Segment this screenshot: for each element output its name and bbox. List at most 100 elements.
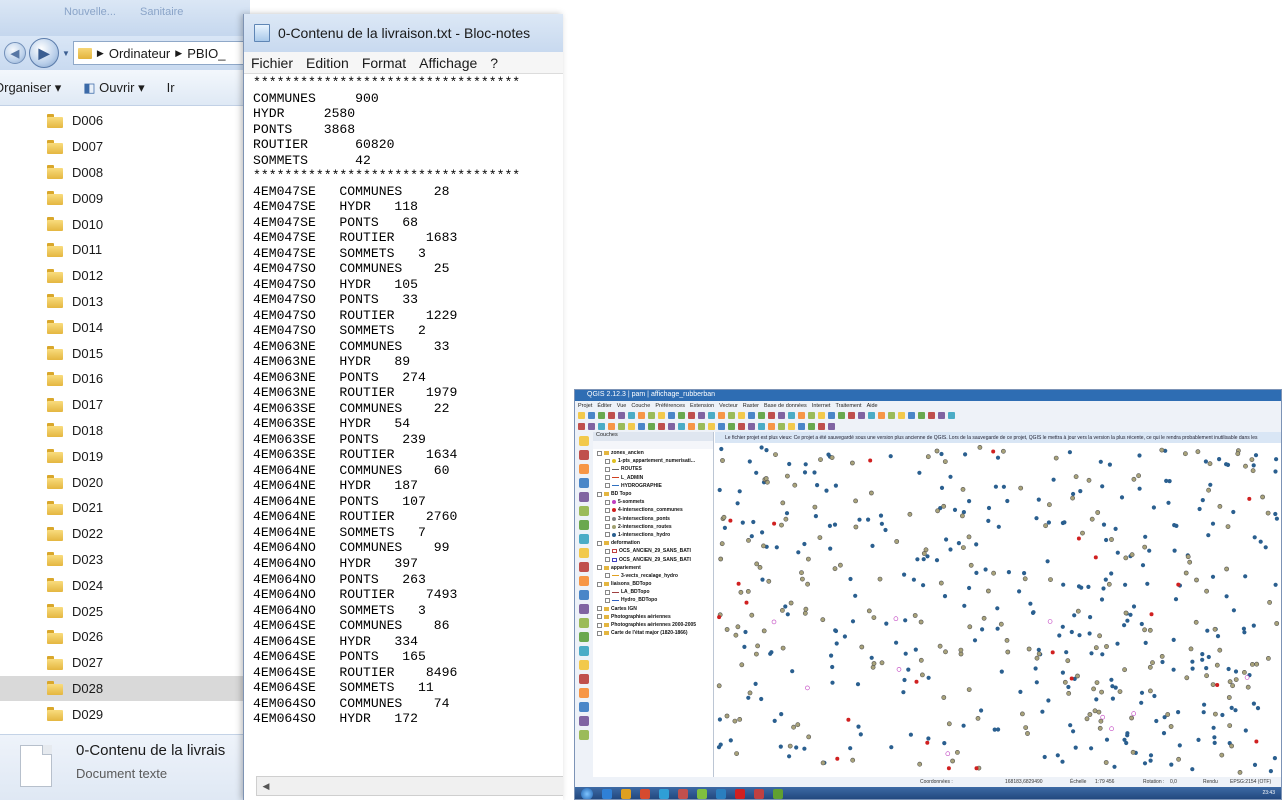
layer-visibility-checkbox[interactable] (597, 622, 602, 628)
layer-item[interactable]: 1-pts_appartement_numerisati... (593, 457, 713, 465)
toolbar-tool-icon[interactable] (628, 423, 635, 430)
layer-visibility-checkbox[interactable] (605, 466, 610, 472)
toolbar-tool-icon[interactable] (698, 412, 705, 419)
toolbar-tool-icon[interactable] (748, 412, 755, 419)
toolbar-tool-icon[interactable] (668, 412, 675, 419)
folder-item[interactable]: D016 (0, 366, 250, 392)
layer-item[interactable]: OCS_ANCIEN_29_SANS_BATI (593, 555, 713, 563)
toolbar-extra[interactable]: Ir (167, 80, 175, 95)
toolbar-tool-icon[interactable] (678, 423, 685, 430)
notepad-text-area[interactable]: ********************************** COMMUN… (253, 75, 563, 775)
layer-visibility-checkbox[interactable] (597, 491, 602, 497)
toolbar-tool-icon[interactable] (948, 412, 955, 419)
toolbar-tool-icon[interactable] (878, 412, 885, 419)
scale-value[interactable]: 1:79 456 (1095, 779, 1114, 785)
layer-item[interactable]: ROUTES (593, 465, 713, 473)
toolbar-tool-icon[interactable] (838, 412, 845, 419)
taskbar-app-icon[interactable] (735, 789, 745, 799)
folder-item[interactable]: D022 (0, 521, 250, 547)
taskbar-app-icon[interactable] (716, 789, 726, 799)
layer-visibility-checkbox[interactable] (597, 630, 602, 636)
horizontal-scrollbar[interactable]: ◀ (256, 776, 563, 796)
toolbar-tool-icon[interactable] (818, 412, 825, 419)
qgis-menu-item[interactable]: Raster (743, 403, 759, 409)
address-path[interactable]: ▶ Ordinateur ▶ PBIO_ (72, 41, 250, 65)
layer-group[interactable]: Cartes IGN (593, 605, 713, 613)
toolbar-tool-icon[interactable] (858, 412, 865, 419)
toolbar-tool-icon[interactable] (798, 423, 805, 430)
toolbar-tool-icon[interactable] (678, 412, 685, 419)
toolbar-tool-icon[interactable] (598, 423, 605, 430)
layer-item[interactable]: OCS_ANCIEN_29_SANS_BATI (593, 547, 713, 555)
qgis-menu-item[interactable]: Traitement (835, 403, 861, 409)
layer-item[interactable]: 3-vects_recalage_hydro (593, 572, 713, 580)
toolbar-tool-icon[interactable] (698, 423, 705, 430)
toolbar-tool-icon[interactable] (908, 412, 915, 419)
qgis-menu-item[interactable]: Vecteur (719, 403, 738, 409)
layer-item[interactable]: 2-intersections_routes (593, 523, 713, 531)
toolbar-tool-icon[interactable] (848, 412, 855, 419)
toolbar-tool-icon[interactable] (778, 423, 785, 430)
layer-visibility-checkbox[interactable] (605, 524, 610, 530)
layer-visibility-checkbox[interactable] (597, 540, 602, 546)
layer-tool-icon[interactable] (579, 674, 589, 684)
layer-group[interactable]: liaisons_BDTopo (593, 580, 713, 588)
forward-button[interactable]: ▶ (29, 38, 59, 68)
toolbar-tool-icon[interactable] (928, 412, 935, 419)
layer-visibility-checkbox[interactable] (597, 606, 602, 612)
toolbar-tool-icon[interactable] (688, 423, 695, 430)
qgis-menu-item[interactable]: Internet (812, 403, 831, 409)
qgis-menu-item[interactable]: Éditer (597, 403, 611, 409)
open-menu[interactable]: ◧ Ouvrir ▾ (83, 80, 144, 96)
toolbar-tool-icon[interactable] (748, 423, 755, 430)
layer-tool-icon[interactable] (579, 520, 589, 530)
folder-item[interactable]: D014 (0, 314, 250, 340)
taskbar-app-icon[interactable] (678, 789, 688, 799)
layer-group[interactable]: BD Topo (593, 490, 713, 498)
taskbar-app-icon[interactable] (640, 789, 650, 799)
toolbar-tool-icon[interactable] (738, 412, 745, 419)
toolbar-tool-icon[interactable] (868, 412, 875, 419)
toolbar-tool-icon[interactable] (618, 412, 625, 419)
organize-menu[interactable]: Organiser ▾ (0, 80, 61, 96)
folder-item[interactable]: D025 (0, 598, 250, 624)
folder-item[interactable]: D018 (0, 418, 250, 444)
qgis-menu-item[interactable]: Préférences (655, 403, 685, 409)
layer-item[interactable]: HYDROGRAPHIE (593, 482, 713, 490)
toolbar-tool-icon[interactable] (888, 412, 895, 419)
taskbar-app-icon[interactable] (754, 789, 764, 799)
layer-group[interactable]: Carte de l'état major (1820-1866) (593, 629, 713, 637)
layer-item[interactable]: 5-sommets (593, 498, 713, 506)
layer-tool-icon[interactable] (579, 688, 589, 698)
toolbar-tool-icon[interactable] (608, 423, 615, 430)
folder-item[interactable]: D023 (0, 547, 250, 573)
layer-visibility-checkbox[interactable] (605, 516, 610, 522)
toolbar-tool-icon[interactable] (788, 412, 795, 419)
folder-item[interactable]: D007 (0, 134, 250, 160)
toolbar-tool-icon[interactable] (788, 423, 795, 430)
layer-group[interactable]: zones_ancien (593, 449, 713, 457)
layer-tool-icon[interactable] (579, 618, 589, 628)
layer-visibility-checkbox[interactable] (605, 483, 610, 489)
toolbar-tool-icon[interactable] (768, 423, 775, 430)
toolbar-tool-icon[interactable] (598, 412, 605, 419)
layer-tool-icon[interactable] (579, 590, 589, 600)
folder-item[interactable]: D010 (0, 211, 250, 237)
notepad-menu-item[interactable]: Fichier (251, 55, 293, 71)
toolbar-tool-icon[interactable] (608, 412, 615, 419)
toolbar-tool-icon[interactable] (718, 412, 725, 419)
layer-tool-icon[interactable] (579, 576, 589, 586)
breadcrumb-folder[interactable]: PBIO_ (187, 46, 225, 61)
layer-item[interactable]: LA_BDTopo (593, 588, 713, 596)
folder-item[interactable]: D019 (0, 443, 250, 469)
layer-group[interactable]: deformation (593, 539, 713, 547)
toolbar-tool-icon[interactable] (618, 423, 625, 430)
layer-visibility-checkbox[interactable] (605, 589, 610, 595)
layer-visibility-checkbox[interactable] (605, 458, 610, 464)
crs-button[interactable]: EPSG:2154 (OTF) (1230, 779, 1271, 785)
layer-tool-icon[interactable] (579, 646, 589, 656)
taskbar-app-icon[interactable] (621, 789, 631, 799)
taskbar-app-icon[interactable] (659, 789, 669, 799)
folder-item[interactable]: D027 (0, 650, 250, 676)
layer-item[interactable]: Hydro_BDTopo (593, 596, 713, 604)
